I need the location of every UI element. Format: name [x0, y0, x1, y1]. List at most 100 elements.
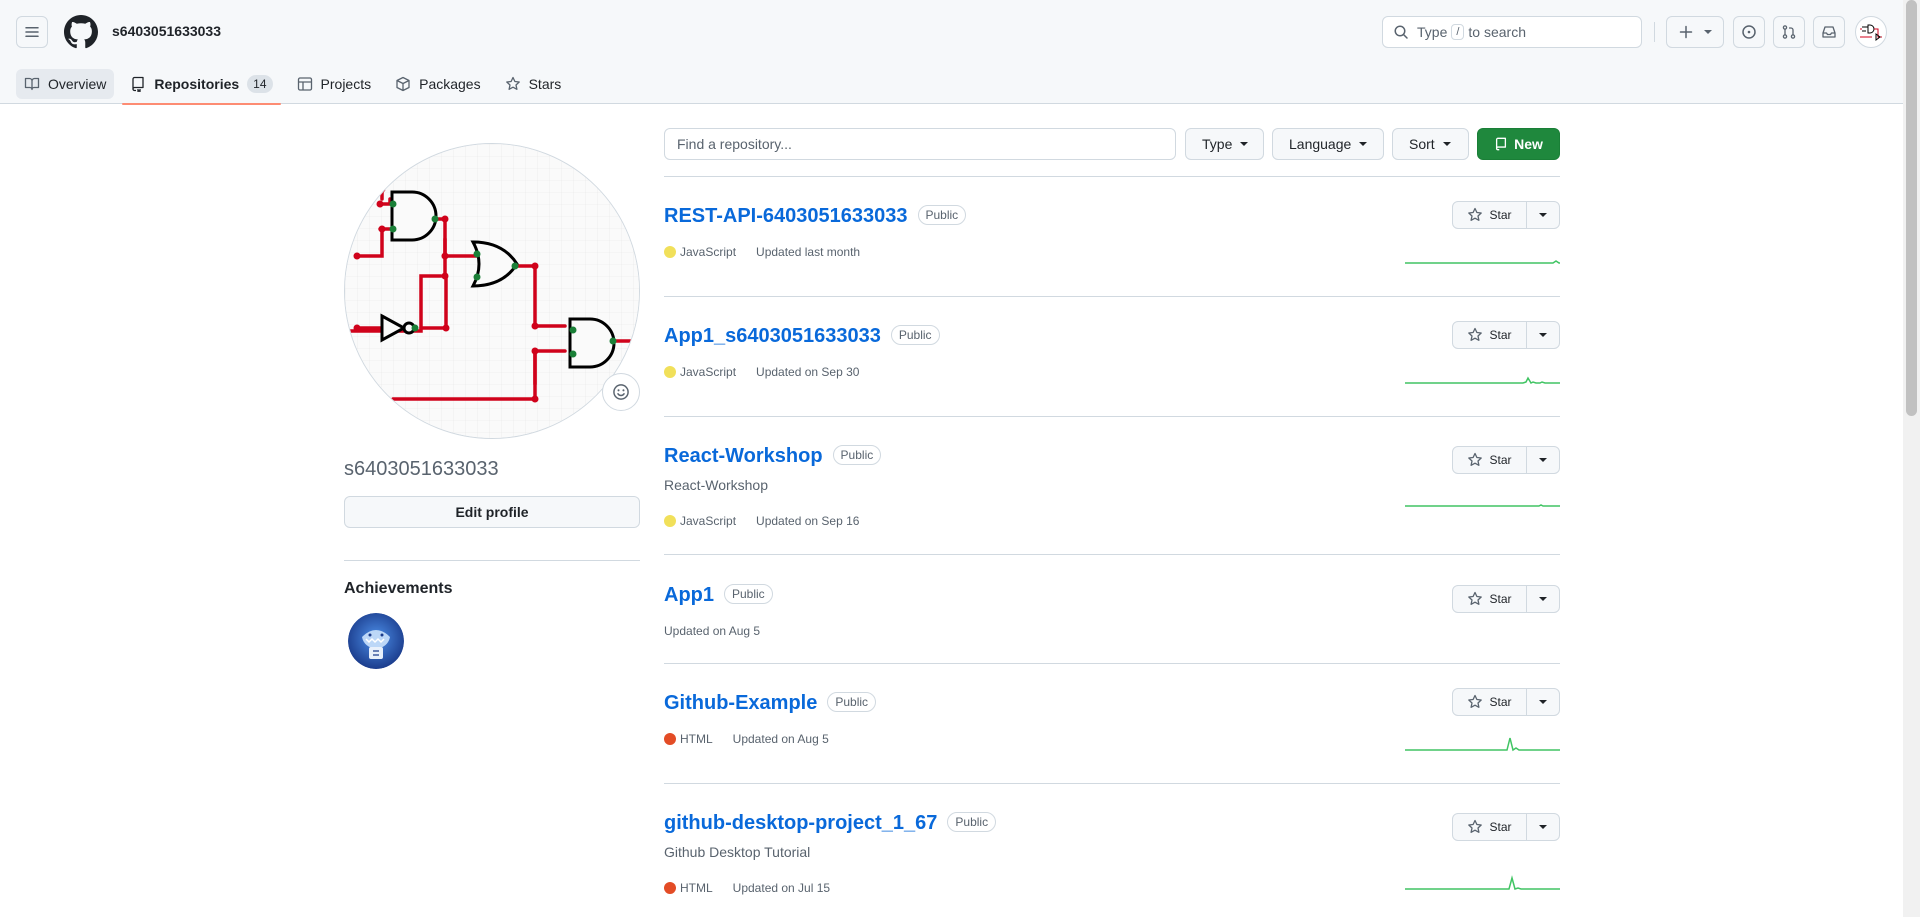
header-divider	[1654, 22, 1655, 42]
repo-updated: Updated on Sep 30	[756, 365, 860, 379]
shark-achievement-icon	[348, 613, 404, 669]
repo-updated: Updated on Sep 16	[756, 514, 860, 528]
repo-description: React-Workshop	[664, 477, 769, 493]
sidebar-divider	[344, 560, 640, 561]
repo-list-item: App1_s6403051633033 Public JavaScript Upd…	[664, 297, 1560, 417]
global-search-input[interactable]: Type / to search	[1382, 16, 1642, 48]
star-button-group: Star	[1452, 321, 1560, 349]
star-label: Star	[1489, 820, 1512, 834]
page-scrollbar[interactable]	[1903, 0, 1920, 917]
activity-sparkline	[1405, 504, 1560, 507]
repo-meta: HTML Updated on Aug 5	[664, 732, 829, 746]
star-icon	[1468, 452, 1483, 466]
sort-button[interactable]: Sort	[1392, 128, 1469, 160]
find-repository-input[interactable]	[664, 128, 1176, 160]
star-icon	[1468, 207, 1483, 221]
context-username[interactable]: s6403051633033	[112, 23, 221, 39]
pull-requests-button[interactable]	[1773, 16, 1805, 48]
chevron-down-icon	[1359, 142, 1368, 146]
tab-projects-label: Projects	[320, 76, 372, 92]
star-list-dropdown[interactable]	[1527, 447, 1559, 473]
issues-button[interactable]	[1733, 16, 1765, 48]
language-color-dot	[664, 882, 676, 894]
chevron-down-icon	[1704, 30, 1712, 34]
achievements-heading[interactable]: Achievements	[344, 580, 453, 598]
star-list-dropdown[interactable]	[1527, 586, 1559, 612]
new-repository-button[interactable]: New	[1477, 128, 1560, 160]
repo-language: HTML	[680, 881, 713, 895]
new-button-label: New	[1514, 136, 1543, 152]
user-avatar-small[interactable]	[1855, 16, 1887, 48]
repo-name-link[interactable]: React-Workshop	[664, 445, 823, 467]
repo-list-item: React-Workshop Public React-Workshop Java…	[664, 417, 1560, 555]
repo-language: JavaScript	[680, 365, 737, 379]
chevron-down-icon	[1442, 142, 1451, 146]
visibility-badge: Public	[947, 811, 997, 832]
github-logo-icon[interactable]	[64, 15, 98, 49]
visibility-badge: Public	[827, 691, 877, 712]
language-color-dot	[664, 515, 676, 527]
repo-name-link[interactable]: REST-API-6403051633033	[664, 205, 908, 227]
achievement-badge[interactable]	[348, 613, 404, 669]
language-color-dot	[664, 366, 676, 378]
tab-projects[interactable]: Projects	[289, 69, 380, 99]
header-top-row: s6403051633033 Type / to search	[0, 0, 1903, 64]
language-filter-button[interactable]: Language	[1272, 128, 1384, 160]
tab-packages[interactable]: Packages	[387, 69, 488, 99]
create-new-button[interactable]	[1666, 16, 1724, 48]
star-icon	[505, 76, 520, 90]
search-prefix-text: Type	[1417, 24, 1448, 40]
profile-avatar[interactable]	[344, 143, 640, 439]
language-filter-label: Language	[1289, 136, 1352, 152]
set-status-button[interactable]	[602, 373, 640, 411]
star-button[interactable]: Star	[1453, 447, 1527, 473]
repo-name-link[interactable]: Github-Example	[664, 692, 817, 714]
search-icon	[1394, 25, 1408, 39]
star-list-dropdown[interactable]	[1527, 689, 1559, 715]
star-label: Star	[1489, 592, 1512, 606]
chevron-down-icon	[1539, 458, 1547, 462]
repo-list-item: github-desktop-project_1_67 Public Github…	[664, 784, 1560, 917]
star-label: Star	[1489, 328, 1512, 342]
star-icon	[1468, 694, 1483, 708]
tab-repositories[interactable]: Repositories 14	[122, 69, 281, 105]
repo-name-link[interactable]: App1_s6403051633033	[664, 325, 881, 347]
star-button[interactable]: Star	[1453, 586, 1527, 612]
star-list-dropdown[interactable]	[1527, 814, 1559, 840]
inbox-button[interactable]	[1813, 16, 1845, 48]
star-list-dropdown[interactable]	[1527, 322, 1559, 348]
star-button[interactable]: Star	[1453, 202, 1527, 228]
star-button[interactable]: Star	[1453, 814, 1527, 840]
star-button[interactable]: Star	[1453, 322, 1527, 348]
type-filter-button[interactable]: Type	[1185, 128, 1264, 160]
repo-title: github-desktop-project_1_67 Public	[664, 811, 997, 835]
repo-meta: HTML Updated on Jul 15	[664, 881, 830, 895]
repo-meta: JavaScript Updated on Sep 16	[664, 514, 859, 528]
visibility-badge: Public	[724, 583, 773, 604]
tab-overview[interactable]: Overview	[16, 69, 115, 99]
repo-name-link[interactable]: github-desktop-project_1_67	[664, 812, 937, 834]
star-list-dropdown[interactable]	[1527, 202, 1559, 228]
scrollbar-thumb[interactable]	[1906, 0, 1917, 416]
star-button-group: Star	[1452, 446, 1560, 474]
hamburger-icon	[25, 27, 39, 37]
repo-updated: Updated on Jul 15	[732, 881, 831, 895]
visibility-badge: Public	[832, 444, 882, 465]
activity-sparkline	[1405, 737, 1560, 752]
star-button[interactable]: Star	[1453, 689, 1527, 715]
tab-stars-label: Stars	[528, 76, 562, 92]
logic-circuit-avatar-icon	[1860, 24, 1882, 41]
repo-updated: Updated last month	[756, 245, 861, 259]
menu-button[interactable]	[16, 16, 48, 48]
chevron-down-icon	[1539, 597, 1547, 601]
repo-icon	[1496, 137, 1507, 151]
star-icon	[1468, 591, 1483, 605]
language-color-dot	[664, 246, 676, 258]
repo-name-link[interactable]: App1	[664, 584, 714, 606]
repo-meta: JavaScript Updated on Sep 30	[664, 365, 859, 379]
tab-stars[interactable]: Stars	[497, 69, 570, 99]
chevron-down-icon	[1539, 213, 1547, 217]
edit-profile-button[interactable]: Edit profile	[344, 496, 640, 528]
repositories-count-badge: 14	[247, 75, 273, 93]
repo-language: HTML	[680, 732, 713, 746]
